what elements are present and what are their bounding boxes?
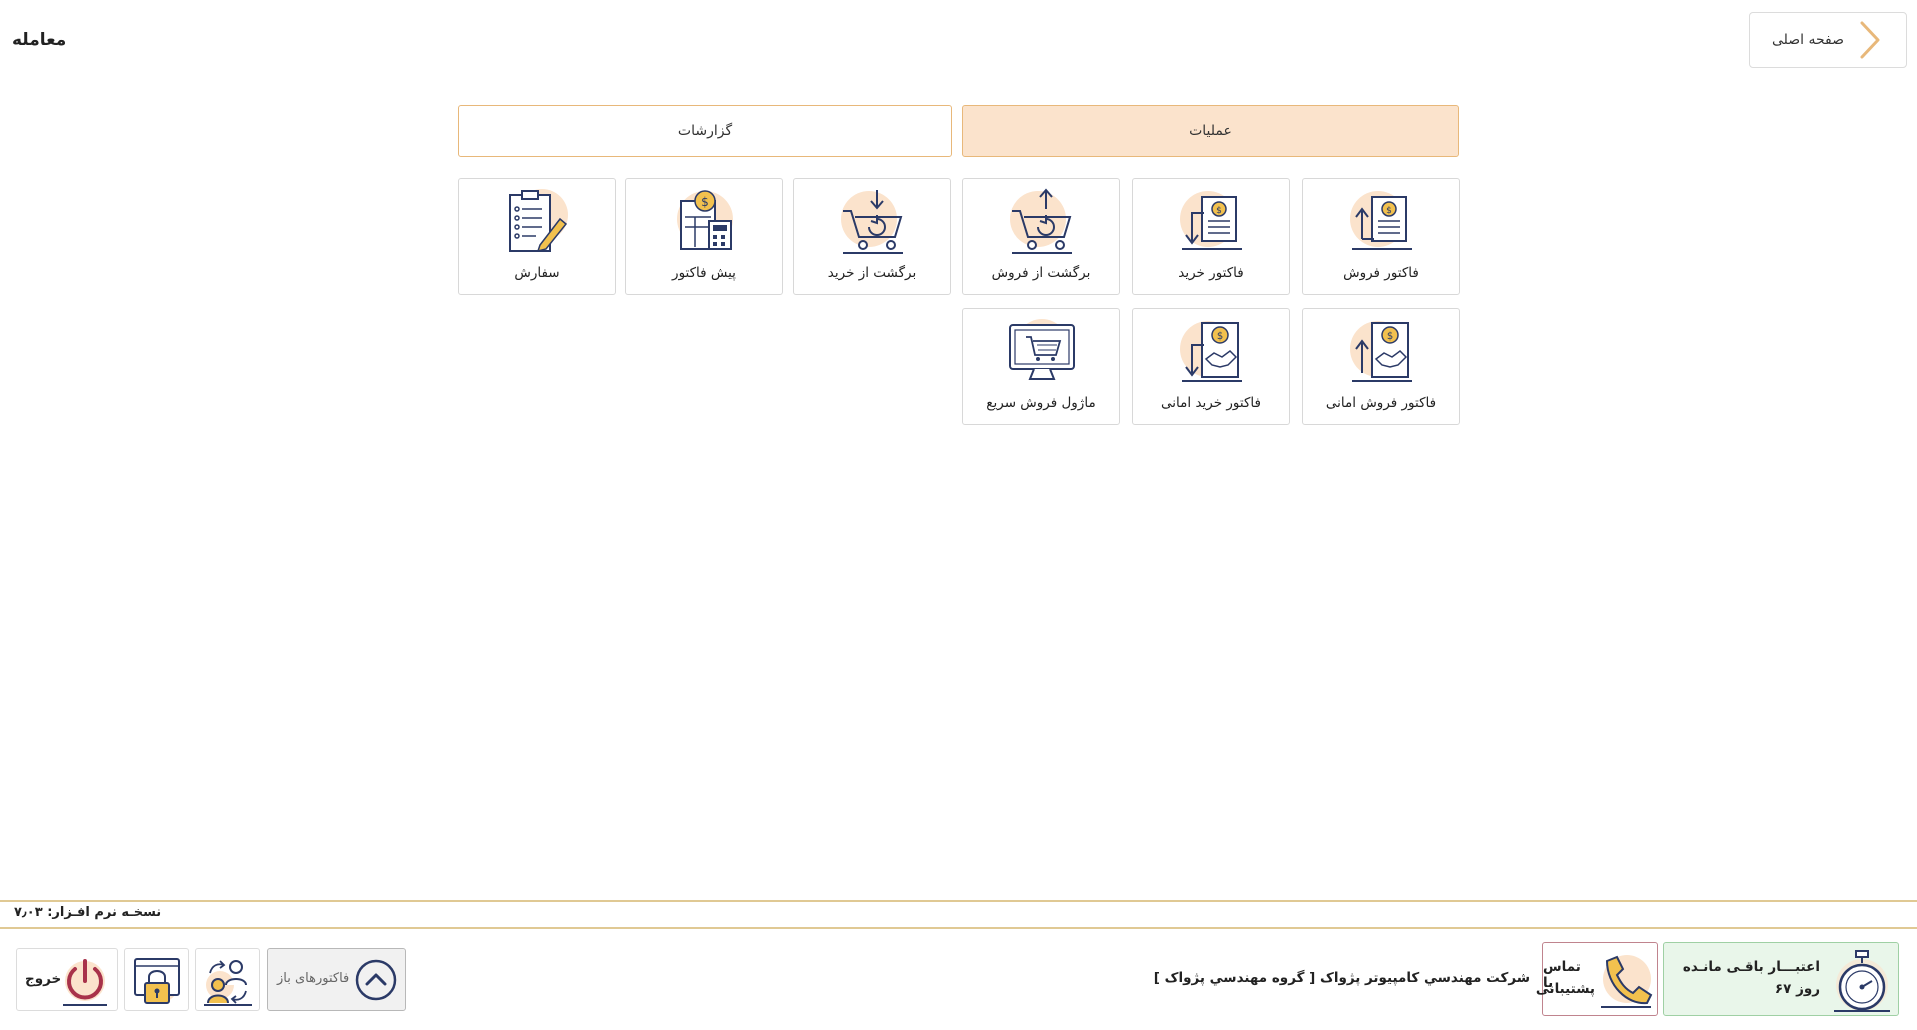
company-name: شرکت مهندسي کامپيوتر پژواک [ گروه مهندسي… — [1153, 970, 1530, 986]
page-title: معامله — [12, 30, 67, 50]
sales-invoice-icon: $ — [1350, 191, 1412, 250]
switch-user-button[interactable] — [195, 948, 260, 1011]
phone-icon — [1601, 955, 1653, 1008]
switch-user-icon — [204, 960, 252, 1006]
exit-label: خروج — [25, 971, 62, 987]
footer-divider — [0, 927, 1917, 929]
quick-sale-icon — [1009, 319, 1075, 380]
tile-label: پیش فاکتور — [672, 265, 736, 281]
open-invoices-label: فاکتورهای باز — [277, 971, 350, 986]
order-clipboard-icon — [509, 189, 568, 253]
tile-label: فاکتور فروش — [1343, 265, 1419, 281]
tile-sales-return[interactable]: برگشت از فروش — [962, 178, 1120, 295]
open-invoices-button[interactable]: فاکتورهای باز — [267, 948, 406, 1011]
credit-label: اعتبـــار باقـی مانـده — [1682, 959, 1820, 975]
tile-quick-sale[interactable]: ماژول فروش سریع — [962, 308, 1120, 425]
power-icon — [63, 959, 107, 1006]
tile-label: برگشت از فروش — [991, 265, 1091, 281]
svg-text:$: $ — [1387, 331, 1393, 342]
contact-support-button[interactable]: تماس با پشتیبانی — [1536, 942, 1658, 1016]
home-button[interactable]: صفحه اصلی — [1749, 12, 1907, 68]
software-version: نسخـه نرم افـزار: ۷٫۰۳ — [14, 905, 162, 920]
tab-bar: گزارشات عملیات — [458, 105, 1459, 157]
support-label-line2: پشتیبانی — [1535, 981, 1595, 997]
home-label: صفحه اصلی — [1771, 32, 1844, 48]
tile-proforma-invoice[interactable]: $ پیش فاکتور — [625, 178, 783, 295]
svg-text:$: $ — [701, 195, 709, 209]
remaining-credit[interactable]: اعتبـــار باقـی مانـده ۶۷ روز — [1663, 942, 1899, 1016]
footer-divider — [0, 900, 1917, 902]
tab-reports[interactable]: گزارشات — [458, 105, 952, 157]
tile-purchase-return[interactable]: برگشت از خرید — [793, 178, 951, 295]
tile-label: سفارش — [514, 265, 560, 281]
tile-label: برگشت از خرید — [827, 265, 917, 281]
stopwatch-icon — [1834, 950, 1890, 1012]
sales-return-icon — [1010, 188, 1072, 254]
svg-text:$: $ — [1216, 206, 1222, 216]
tab-operations[interactable]: عملیات — [962, 105, 1459, 157]
chevron-right-icon — [1860, 21, 1880, 59]
svg-text:$: $ — [1386, 206, 1392, 216]
purchase-return-icon — [841, 190, 903, 254]
tile-label: فاکتور خرید — [1178, 265, 1244, 281]
tile-consignment-purchase[interactable]: $ فاکتور خرید امانی — [1132, 308, 1290, 425]
lock-screen-button[interactable] — [124, 948, 189, 1011]
tile-sales-invoice[interactable]: $ فاکتور فروش — [1302, 178, 1460, 295]
consignment-purchase-icon: $ — [1180, 321, 1242, 382]
proforma-invoice-icon: $ — [677, 190, 733, 250]
purchase-invoice-icon: $ — [1180, 191, 1242, 250]
chevron-up-icon — [355, 959, 397, 1001]
tile-label: فاکتور خرید امانی — [1161, 395, 1261, 411]
lock-icon — [134, 958, 180, 1004]
credit-days: ۶۷ روز — [1774, 981, 1820, 997]
tile-purchase-invoice[interactable]: $ فاکتور خرید — [1132, 178, 1290, 295]
svg-text:$: $ — [1217, 331, 1223, 342]
tile-label: ماژول فروش سریع — [986, 395, 1096, 411]
tile-consignment-sales[interactable]: $ فاکتور فروش امانی — [1302, 308, 1460, 425]
exit-button[interactable]: خروج — [16, 948, 118, 1011]
tile-label: فاکتور فروش امانی — [1325, 395, 1437, 411]
consignment-sales-icon: $ — [1350, 321, 1412, 382]
tile-order[interactable]: سفارش — [458, 178, 616, 295]
